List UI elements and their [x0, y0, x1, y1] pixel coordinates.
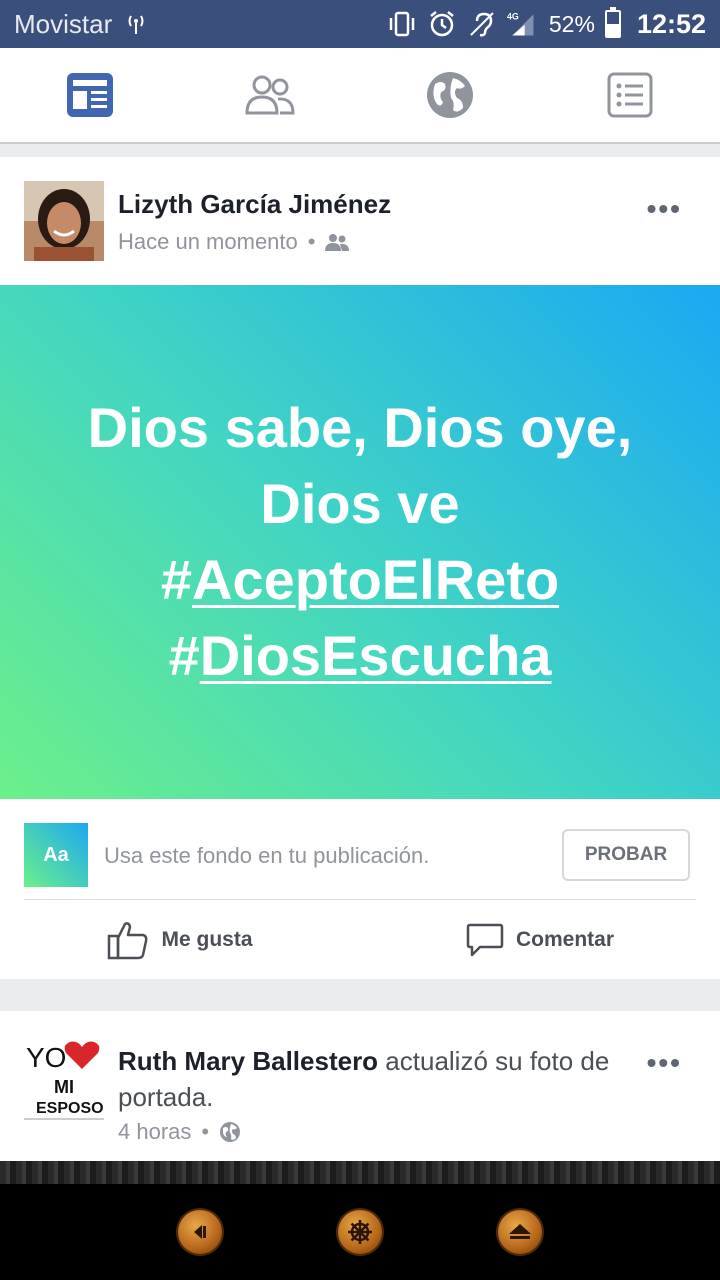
system-navigation-bar — [0, 1184, 720, 1280]
vibrate-icon — [389, 11, 415, 37]
svg-text:YO: YO — [26, 1042, 66, 1073]
thumbs-up-icon — [108, 921, 148, 959]
alarm-icon — [430, 11, 454, 37]
try-button[interactable]: PROBAR — [562, 829, 690, 881]
svg-text:MI: MI — [54, 1077, 74, 1097]
post-meta: 4 horas • — [118, 1119, 241, 1145]
tab-menu[interactable] — [590, 55, 670, 135]
battery-icon — [604, 7, 621, 38]
friends-icon — [245, 75, 295, 115]
avatar[interactable]: YO MI ESPOSO — [24, 1035, 104, 1125]
text-style-icon: Aa — [24, 823, 88, 887]
screen: Movistar 4G 52% 12:52 Lizyth García Jimé… — [0, 0, 720, 1280]
chevron-up-icon — [509, 1224, 531, 1239]
back-arrow-icon — [194, 1225, 206, 1239]
recent-apps-button[interactable] — [498, 1210, 542, 1254]
post-actions: Me gusta Comentar — [0, 900, 720, 979]
friends-icon — [325, 234, 350, 251]
post-author[interactable]: Ruth Mary Ballestero — [118, 1046, 378, 1076]
post-line-2: Dios ve — [260, 472, 460, 535]
ship-wheel-icon — [348, 1220, 372, 1244]
like-label: Me gusta — [161, 927, 253, 951]
comment-label: Comentar — [515, 927, 615, 951]
battery-percent: 52% — [548, 10, 595, 37]
carrier-name: Movistar — [14, 8, 113, 39]
hearing-aid-icon — [470, 12, 494, 37]
tab-notifications[interactable] — [410, 55, 490, 135]
back-button[interactable] — [178, 1210, 222, 1254]
tab-friends[interactable] — [230, 55, 310, 135]
post-card: YO MI ESPOSO Ruth Mary Ballestero actual… — [0, 1011, 720, 1161]
tab-news-feed[interactable] — [50, 55, 130, 135]
home-button[interactable] — [338, 1210, 382, 1254]
like-button[interactable]: Me gusta — [0, 900, 360, 979]
post-card: Lizyth García Jiménez Hace un momento • … — [0, 157, 720, 979]
comment-icon — [466, 923, 504, 956]
hashtag-link[interactable]: #DiosEscucha — [169, 618, 552, 694]
avatar[interactable] — [24, 181, 104, 261]
background-text-post: Dios sabe, Dios oye, Dios ve #AceptoElRe… — [0, 285, 720, 799]
post-timestamp[interactable]: 4 horas — [118, 1119, 191, 1145]
status-bar: Movistar 4G 52% 12:52 — [0, 0, 720, 48]
more-options-button[interactable]: ••• — [647, 193, 682, 225]
antenna-icon — [128, 15, 144, 34]
globe-icon — [427, 72, 473, 118]
news-feed-icon — [67, 73, 113, 117]
hashtag-link[interactable]: #AceptoElReto — [161, 542, 559, 618]
comment-button[interactable]: Comentar — [360, 900, 720, 979]
post-meta: Hace un momento • — [118, 229, 350, 255]
try-background-row: Aa Usa este fondo en tu publicación. PRO… — [0, 799, 720, 899]
menu-list-icon — [607, 72, 653, 118]
post-headline: Ruth Mary Ballestero actualizó su foto d… — [118, 1043, 618, 1115]
globe-icon — [220, 1122, 241, 1142]
svg-text:ESPOSO: ESPOSO — [36, 1100, 104, 1117]
meta-separator: • — [201, 1119, 210, 1144]
more-options-button[interactable]: ••• — [647, 1047, 682, 1079]
clock: 12:52 — [636, 8, 706, 39]
post-timestamp[interactable]: Hace un momento — [118, 229, 298, 255]
svg-text:4G: 4G — [507, 12, 519, 22]
signal-icon: 4G — [507, 12, 534, 36]
meta-separator: • — [307, 229, 316, 254]
post-line-1: Dios sabe, Dios oye, — [87, 396, 633, 459]
post-author[interactable]: Lizyth García Jiménez — [118, 189, 391, 220]
photo-preview-strip — [0, 1161, 720, 1185]
post-header: Lizyth García Jiménez Hace un momento • … — [0, 157, 720, 285]
top-navigation — [0, 48, 720, 144]
try-background-text: Usa este fondo en tu publicación. — [104, 843, 430, 868]
